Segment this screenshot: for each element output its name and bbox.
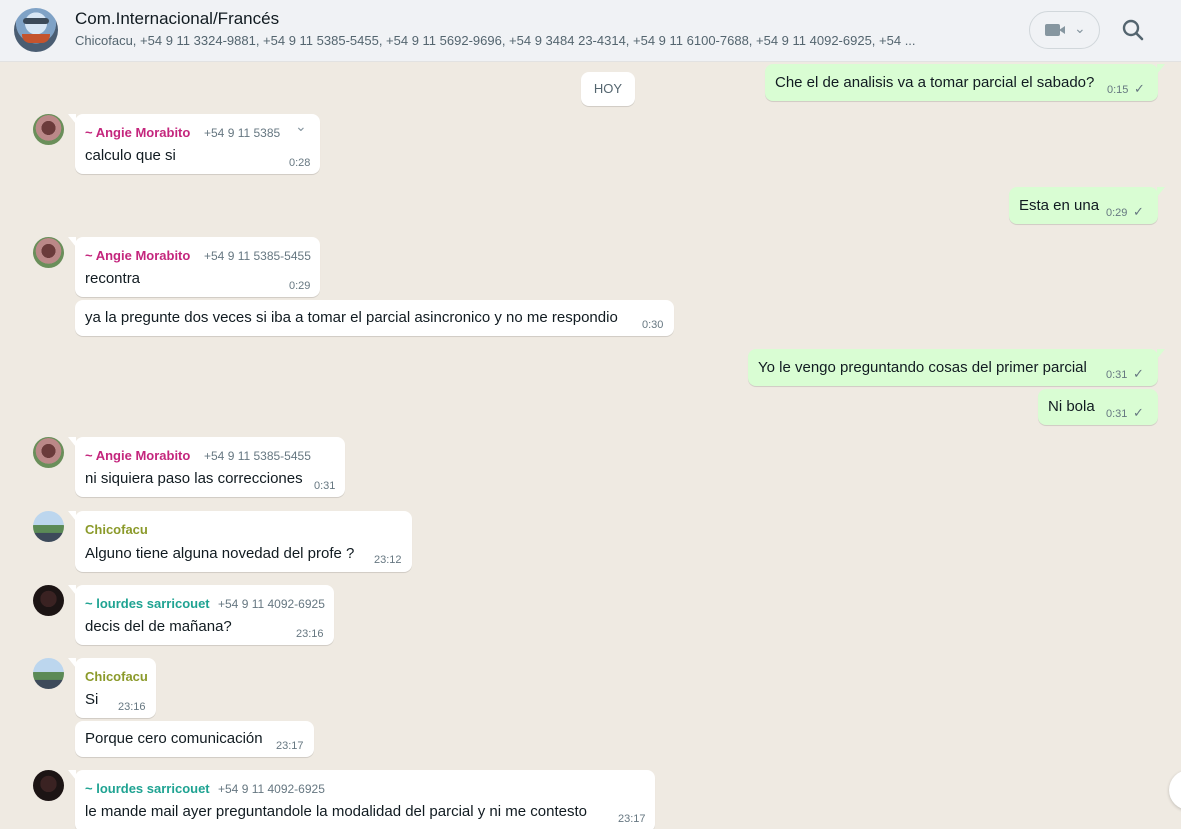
- boat-image: [22, 34, 50, 43]
- sender-name[interactable]: Chicofacu: [85, 522, 148, 537]
- message-text: Yo le vengo preguntando cosas del primer…: [758, 359, 1087, 376]
- message-time: 0:31: [1106, 369, 1128, 381]
- chat-header: Com.Internacional/Francés Chicofacu, +54…: [0, 0, 1181, 62]
- avatar[interactable]: [33, 237, 64, 268]
- sender-phone: +54 9 11 5385-5455: [204, 449, 311, 463]
- message-time: 0:31: [1106, 408, 1128, 420]
- outgoing-message[interactable]: Yo le vengo preguntando cosas del primer…: [748, 349, 1165, 386]
- avatar[interactable]: [33, 658, 64, 689]
- group-title[interactable]: Com.Internacional/Francés: [75, 9, 279, 29]
- message-text: ni siquiera paso las correcciones: [85, 470, 303, 487]
- message-text: Che el de analisis va a tomar parcial el…: [775, 74, 1095, 91]
- message-time: 0:29: [289, 280, 311, 292]
- sender-phone: +54 9 11 5385-5455: [204, 249, 311, 263]
- message-text: ya la pregunte dos veces si iba a tomar …: [85, 309, 618, 326]
- incoming-message[interactable]: Chicofacu Si 23:16: [68, 658, 156, 718]
- message-text: Si: [85, 691, 99, 708]
- sender-phone: +54 9 11 5385: [204, 126, 281, 140]
- incoming-message[interactable]: ya la pregunte dos veces si iba a tomar …: [75, 300, 674, 336]
- message-time: 0:29: [1106, 207, 1128, 219]
- search-button[interactable]: [1118, 15, 1148, 45]
- outgoing-message[interactable]: Ni bola 0:31 ✓: [1038, 389, 1158, 425]
- sent-check-icon: ✓: [1133, 366, 1144, 381]
- message-text: calculo que si: [85, 147, 176, 164]
- chevron-down-icon[interactable]: ⌄: [295, 118, 307, 135]
- avatar[interactable]: [33, 114, 64, 145]
- message-text: Esta en una: [1019, 197, 1100, 214]
- video-camera-icon: [1045, 24, 1065, 36]
- message-time: 23:17: [276, 740, 304, 752]
- video-call-button[interactable]: ⌄: [1029, 11, 1100, 49]
- message-time: 0:28: [289, 157, 311, 169]
- incoming-message[interactable]: ~ lourdes sarricouet +54 9 11 4092-6925 …: [68, 585, 334, 645]
- incoming-message[interactable]: ~ lourdes sarricouet +54 9 11 4092-6925 …: [68, 770, 655, 829]
- incoming-message[interactable]: Chicofacu Alguno tiene alguna novedad de…: [68, 511, 412, 572]
- group-participants[interactable]: Chicofacu, +54 9 11 3324-9881, +54 9 11 …: [75, 33, 995, 48]
- sender-phone: +54 9 11 4092-6925: [218, 597, 325, 611]
- search-icon: [1122, 19, 1144, 41]
- message-text: le mande mail ayer preguntandole la moda…: [85, 803, 587, 820]
- outgoing-message[interactable]: Che el de analisis va a tomar parcial el…: [765, 64, 1165, 101]
- sender-name[interactable]: ~ Angie Morabito: [85, 248, 190, 263]
- chevron-down-icon: ⌄: [1074, 20, 1086, 36]
- incoming-message[interactable]: ~ Angie Morabito +54 9 11 5385-5455 ni s…: [68, 437, 345, 497]
- incoming-message[interactable]: ~ Angie Morabito +54 9 11 5385 ⌄ calculo…: [68, 114, 320, 174]
- plane-image: [23, 18, 49, 24]
- message-text: Alguno tiene alguna novedad del profe ?: [85, 545, 355, 562]
- sender-name[interactable]: ~ Angie Morabito: [85, 448, 190, 463]
- sent-check-icon: ✓: [1133, 405, 1144, 420]
- scroll-down-button[interactable]: [1169, 770, 1181, 810]
- sent-check-icon: ✓: [1134, 81, 1145, 96]
- sender-phone: +54 9 11 4092-6925: [218, 782, 325, 796]
- message-time: 23:12: [374, 554, 402, 566]
- message-time: 23:17: [618, 813, 646, 825]
- message-text: recontra: [85, 270, 141, 287]
- outgoing-message[interactable]: Esta en una 0:29 ✓: [1009, 187, 1165, 224]
- avatar[interactable]: [33, 770, 64, 801]
- message-text: Porque cero comunicación: [85, 730, 263, 747]
- sender-name[interactable]: ~ lourdes sarricouet: [85, 596, 210, 611]
- sent-check-icon: ✓: [1133, 204, 1144, 219]
- message-time: 23:16: [118, 701, 146, 713]
- sender-name[interactable]: ~ Angie Morabito: [85, 125, 190, 140]
- sender-name[interactable]: ~ lourdes sarricouet: [85, 781, 210, 796]
- message-time: 0:30: [642, 319, 664, 331]
- avatar[interactable]: [33, 511, 64, 542]
- sender-name[interactable]: Chicofacu: [85, 669, 148, 684]
- incoming-message[interactable]: Porque cero comunicación 23:17: [75, 721, 314, 757]
- incoming-message[interactable]: ~ Angie Morabito +54 9 11 5385-5455 reco…: [68, 237, 320, 297]
- avatar[interactable]: [33, 437, 64, 468]
- message-time: 23:16: [296, 628, 324, 640]
- message-time: 0:31: [314, 480, 336, 492]
- avatar[interactable]: [33, 585, 64, 616]
- date-separator: HOY: [581, 72, 635, 106]
- message-text: decis del de mañana?: [85, 618, 232, 635]
- message-time: 0:15: [1107, 84, 1129, 96]
- message-text: Ni bola: [1048, 398, 1095, 415]
- group-avatar[interactable]: [14, 8, 58, 52]
- message-list[interactable]: HOY Che el de analisis va a tomar parcia…: [0, 62, 1181, 829]
